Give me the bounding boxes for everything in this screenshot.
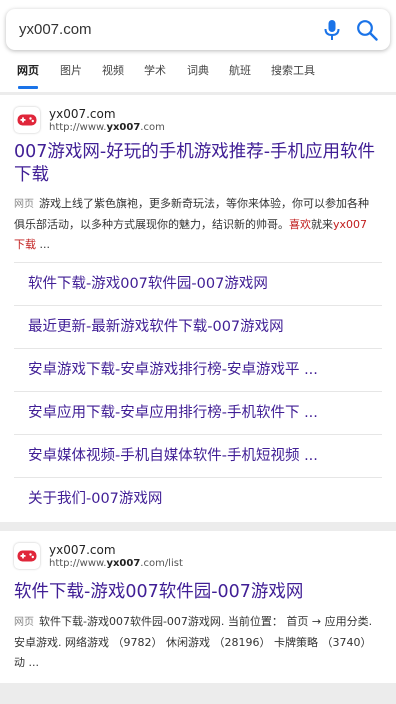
search-input[interactable] xyxy=(19,14,299,45)
result-snippet: 网页 软件下载-游戏007软件园-007游戏网. 当前位置： 首页 → 应用分类.… xyxy=(14,615,373,669)
search-icon[interactable] xyxy=(356,19,378,41)
tab-dictionary[interactable]: 词典 xyxy=(187,60,209,92)
tab-videos[interactable]: 视频 xyxy=(102,60,124,92)
snippet-type-tag: 网页 xyxy=(14,199,34,210)
search-result-card: yx007.com http://www.yx007.com/list 软件下载… xyxy=(0,531,396,683)
sitelink[interactable]: 关于我们-007游戏网 xyxy=(14,477,382,520)
result-snippet: 网页 游戏上线了紫色旗袍，更多新奇玩法，等你来体验，你可以参加各种俱乐部活动，以多… xyxy=(14,197,369,251)
tab-flights[interactable]: 航班 xyxy=(229,60,251,92)
gamepad-icon xyxy=(17,550,37,562)
search-box[interactable] xyxy=(6,9,390,50)
sitelinks: 软件下载-游戏007软件园-007游戏网 最近更新-最新游戏软件下载-007游戏… xyxy=(14,262,382,520)
site-info[interactable]: yx007.com http://www.yx007.com xyxy=(14,107,165,134)
microphone-icon[interactable] xyxy=(322,19,342,41)
sitelink[interactable]: 安卓游戏下载-安卓游戏排行榜-安卓游戏平 ... xyxy=(14,348,382,391)
top-bar: 网页 图片 视频 学术 词典 航班 搜索工具 xyxy=(0,0,396,92)
sitelink[interactable]: 安卓应用下载-安卓应用排行榜-手机软件下 ... xyxy=(14,391,382,434)
site-name: yx007.com xyxy=(49,543,116,557)
search-result-card: yx007.com http://www.yx007.com 007游戏网-好玩… xyxy=(0,95,396,522)
tab-search-tools[interactable]: 搜索工具 xyxy=(271,60,315,92)
result-title-link[interactable]: 007游戏网-好玩的手机游戏推荐-手机应用软件下载 xyxy=(14,141,376,187)
search-tabs: 网页 图片 视频 学术 词典 航班 搜索工具 xyxy=(0,60,396,92)
tab-web[interactable]: 网页 xyxy=(17,60,39,92)
site-name: yx007.com xyxy=(49,107,116,121)
site-url: http://www.yx007.com/list xyxy=(49,558,183,569)
tab-academic[interactable]: 学术 xyxy=(144,60,166,92)
sitelink[interactable]: 最近更新-最新游戏软件下载-007游戏网 xyxy=(14,305,382,348)
snippet-type-tag: 网页 xyxy=(14,617,34,628)
site-url: http://www.yx007.com xyxy=(49,122,165,133)
tab-images[interactable]: 图片 xyxy=(60,60,82,92)
gamepad-icon xyxy=(17,114,37,126)
result-title-link[interactable]: 软件下载-游戏007软件园-007游戏网 xyxy=(14,581,376,604)
site-logo xyxy=(14,543,40,569)
sitelink[interactable]: 软件下载-游戏007软件园-007游戏网 xyxy=(14,262,382,305)
site-info[interactable]: yx007.com http://www.yx007.com/list xyxy=(14,543,183,570)
sitelink[interactable]: 安卓媒体视频-手机自媒体软件-手机短视频 ... xyxy=(14,434,382,477)
site-logo xyxy=(14,107,40,133)
